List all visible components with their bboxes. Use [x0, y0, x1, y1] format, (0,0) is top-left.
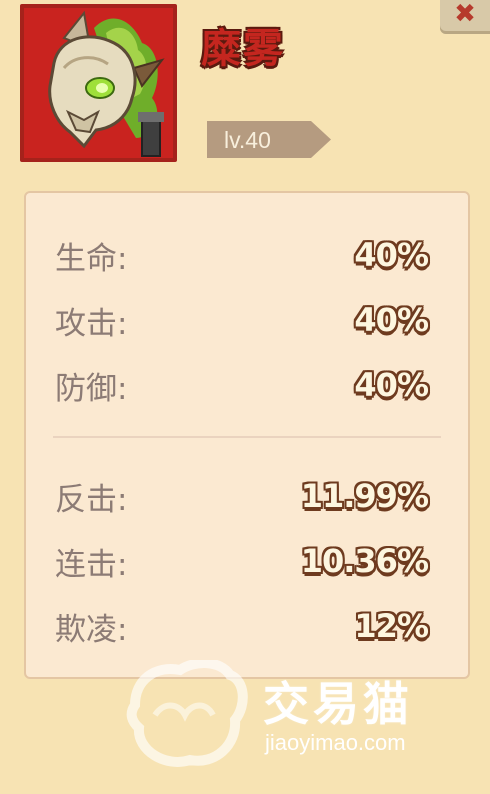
- level-text: lv.40: [224, 127, 271, 153]
- stat-label: 反击:: [55, 481, 128, 518]
- stats-divider: [53, 436, 441, 438]
- stat-row-hp: 生命: 40%: [55, 235, 429, 277]
- watermark-url: jiaoyimao.com: [265, 730, 406, 755]
- stat-value: 40%: [354, 366, 429, 404]
- stat-row-bully: 欺凌: 12%: [55, 606, 429, 648]
- stat-label: 攻击:: [55, 305, 128, 342]
- close-button[interactable]: ✖: [440, 0, 490, 34]
- stats-panel: 生命: 40% 攻击: 40% 防御: 40% 反击: 11.99% 连击: 1…: [24, 191, 470, 679]
- hero-name: 糜雾: [201, 26, 285, 72]
- stat-row-combo: 连击: 10.36%: [55, 541, 429, 583]
- stat-row-counter: 反击: 11.99%: [55, 476, 429, 518]
- watermark-brand: 交易猫: [263, 677, 413, 731]
- stat-row-defense: 防御: 40%: [55, 365, 429, 407]
- stat-label: 防御:: [55, 370, 128, 407]
- stat-label: 连击:: [55, 546, 128, 583]
- close-icon: ✖: [454, 0, 476, 29]
- stat-value: 40%: [354, 301, 429, 339]
- hero-portrait: [20, 4, 177, 162]
- stat-value: 40%: [354, 236, 429, 274]
- stat-row-attack: 攻击: 40%: [55, 300, 429, 342]
- stat-value: 10.36%: [300, 542, 429, 580]
- skull-dragon-icon: [24, 8, 173, 158]
- stat-value: 11.99%: [300, 477, 429, 515]
- level-badge: lv.40: [207, 121, 331, 158]
- stat-value: 12%: [354, 607, 429, 645]
- stat-label: 欺凌:: [55, 611, 128, 648]
- stat-label: 生命:: [55, 240, 128, 277]
